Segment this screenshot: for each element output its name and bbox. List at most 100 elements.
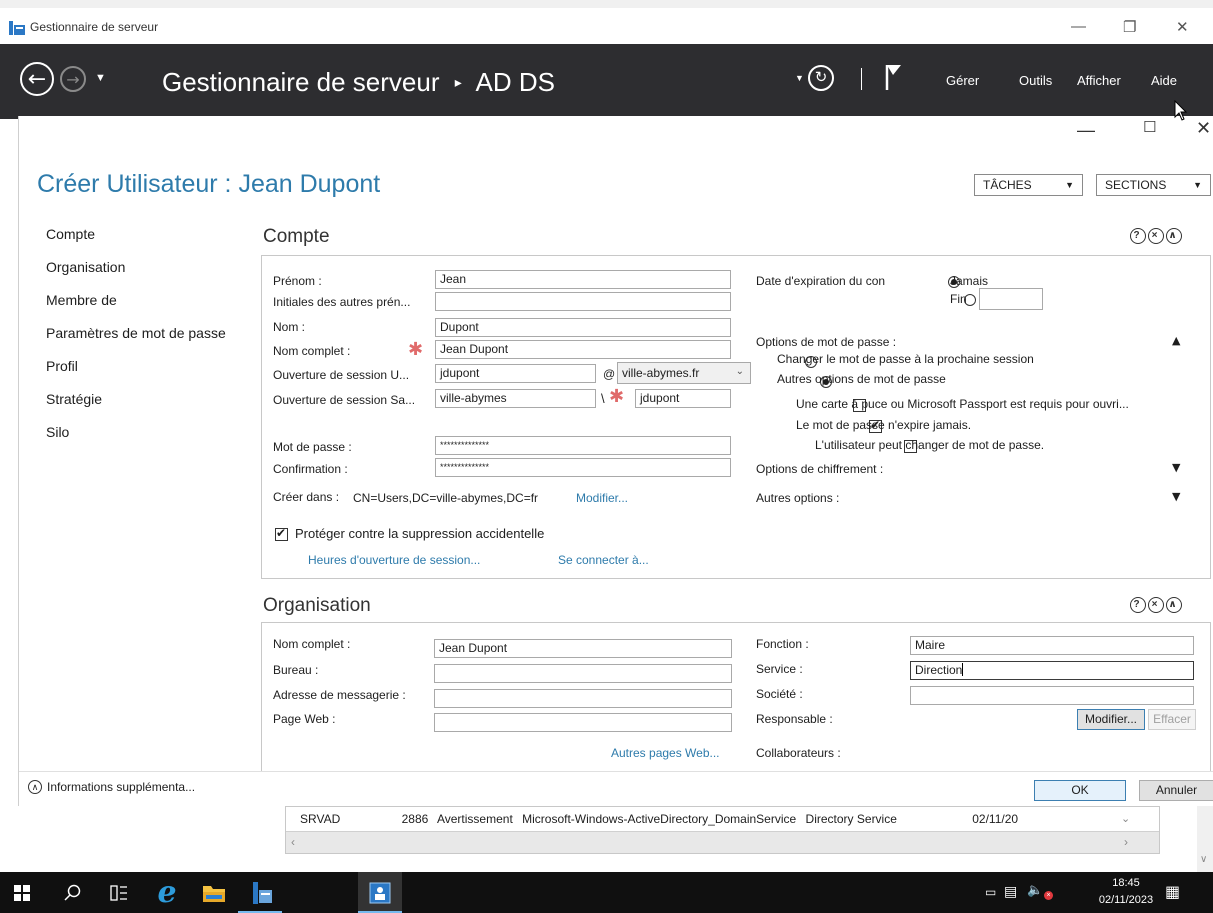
system-clock[interactable]: 18:45 02/11/2023 [1098, 875, 1154, 909]
department-field[interactable]: Direction [910, 661, 1194, 680]
folder-icon [203, 885, 225, 902]
nav-item-silo[interactable]: Silo [29, 422, 259, 455]
history-dropdown-icon[interactable]: ▼ [95, 72, 106, 84]
dialog-minimize-icon[interactable]: — [1077, 120, 1095, 141]
email-field[interactable] [434, 689, 732, 708]
first-name-field[interactable]: Jean [435, 270, 731, 289]
web-page-field[interactable] [434, 713, 732, 732]
minimize-icon[interactable]: — [1071, 18, 1086, 35]
nav-item-policy[interactable]: Stratégie [29, 389, 259, 422]
nav-item-password-settings[interactable]: Paramètres de mot de passe [29, 323, 259, 356]
scroll-left-icon[interactable]: ‹ [291, 835, 295, 849]
modify-manager-button[interactable]: Modifier... [1077, 709, 1145, 730]
other-web-pages-link[interactable]: Autres pages Web... [611, 746, 720, 760]
collapse-icon[interactable]: ∧ [1166, 228, 1182, 244]
change-next-logon-label: Changer le mot de passe à la prochaine s… [777, 352, 1034, 366]
tasks-dropdown[interactable]: TÂCHES ▼ [974, 174, 1083, 196]
encryption-options-label: Options de chiffrement : [756, 462, 884, 476]
ok-button[interactable]: OK [1034, 780, 1126, 801]
collapse-icon[interactable]: ∧ [1166, 597, 1182, 613]
sam-field[interactable]: jdupont [635, 389, 731, 408]
menu-tools[interactable]: Outils [1019, 73, 1052, 88]
network-icon[interactable]: ▤ [1004, 883, 1017, 900]
password-field[interactable]: ************** [435, 436, 731, 455]
expand-triangle-icon[interactable]: ▼ [1172, 461, 1180, 474]
expand-triangle-icon[interactable]: ▼ [1172, 490, 1180, 503]
password-label: Mot de passe : [273, 440, 352, 454]
cancel-button[interactable]: Annuler [1139, 780, 1213, 801]
scroll-right-icon[interactable]: › [1124, 835, 1128, 849]
confirm-field[interactable]: ************** [435, 458, 731, 477]
notification-center-icon[interactable]: ▦ [1165, 882, 1180, 902]
full-name-field[interactable]: Jean Dupont [435, 340, 731, 359]
sections-dropdown[interactable]: SECTIONS ▼ [1096, 174, 1211, 196]
back-button[interactable]: ← [20, 62, 54, 96]
initials-field[interactable] [435, 292, 731, 311]
organization-section-title: Organisation [263, 595, 371, 616]
row-scroll-down-icon[interactable]: ⌄ [1121, 812, 1130, 825]
nav-item-profile[interactable]: Profil [29, 356, 259, 389]
upn-domain-select[interactable]: ville-abymes.fr ⌄ [617, 362, 751, 384]
forward-button[interactable]: → [60, 66, 86, 92]
organization-panel: Nom complet : Jean Dupont Bureau : Adres… [261, 622, 1211, 771]
internet-explorer-button[interactable]: e [145, 872, 189, 913]
help-icon[interactable]: ? [1130, 597, 1146, 613]
menu-help[interactable]: Aide [1151, 73, 1177, 88]
windows-logo-icon [14, 884, 30, 901]
header-divider [861, 68, 862, 90]
required-asterisk-icon: ✱ [609, 386, 625, 406]
start-button[interactable] [0, 872, 44, 913]
restore-icon[interactable]: ❐ [1123, 18, 1136, 36]
remove-section-icon[interactable]: × [1148, 228, 1164, 244]
job-title-label: Fonction : [756, 637, 809, 651]
back-arrow-icon: ← [20, 62, 54, 96]
scroll-down-icon[interactable]: ∨ [1200, 854, 1207, 865]
refresh-icon[interactable]: ↻ [808, 65, 834, 91]
event-row[interactable]: SRVAD 2886 Avertissement Microsoft-Windo… [300, 812, 1018, 826]
create-user-dialog: — ☐ ✕ Créer Utilisateur : Jean Dupont TÂ… [18, 116, 1213, 806]
upn-field[interactable]: jdupont [435, 364, 596, 383]
file-explorer-button[interactable] [192, 872, 236, 913]
expiry-label: Date d'expiration du con [756, 274, 886, 288]
logon-hours-link[interactable]: Heures d'ouverture de session... [308, 553, 480, 567]
volume-muted-icon[interactable]: 🔈 [1027, 883, 1043, 898]
expand-more-info-icon[interactable]: ∧ [28, 780, 42, 794]
notifications-flag-icon[interactable] [885, 63, 903, 91]
office-label: Bureau : [273, 663, 319, 677]
search-button[interactable] [51, 872, 95, 913]
event-id: 2886 [401, 812, 429, 826]
more-info-label[interactable]: Informations supplémenta... [47, 780, 195, 794]
breadcrumb-root[interactable]: Gestionnaire de serveur [162, 67, 439, 97]
menu-manage[interactable]: Gérer [946, 73, 979, 88]
last-name-field[interactable]: Dupont [435, 318, 731, 337]
ad-admin-center-button[interactable] [358, 872, 402, 913]
protect-checkbox[interactable] [275, 526, 288, 542]
help-icon[interactable]: ? [1130, 228, 1146, 244]
company-field[interactable] [910, 686, 1194, 705]
manager-label: Responsable : [756, 712, 833, 726]
nav-item-account[interactable]: Compte [29, 224, 259, 257]
menu-view[interactable]: Afficher [1077, 73, 1121, 88]
nav-item-member-of[interactable]: Membre de [29, 290, 259, 323]
collapse-triangle-icon[interactable]: ▲ [1172, 334, 1180, 347]
refresh-dropdown-icon[interactable]: ▼ [795, 73, 804, 83]
modify-container-link[interactable]: Modifier... [576, 491, 628, 505]
dialog-close-icon[interactable]: ✕ [1196, 118, 1211, 139]
task-view-button[interactable] [97, 872, 141, 913]
close-icon[interactable]: ✕ [1176, 18, 1189, 36]
keyboard-icon[interactable]: ▭ [985, 885, 996, 899]
office-field[interactable] [434, 664, 732, 683]
required-asterisk-icon: ✱ [408, 339, 424, 359]
nav-item-organization[interactable]: Organisation [29, 257, 259, 290]
remove-section-icon[interactable]: × [1148, 597, 1164, 613]
search-icon [64, 884, 81, 901]
events-horizontal-scrollbar[interactable]: ‹ › [286, 831, 1159, 853]
dialog-maximize-icon[interactable]: ☐ [1143, 118, 1156, 136]
org-full-name-field[interactable]: Jean Dupont [434, 639, 732, 658]
job-title-field[interactable]: Maire [910, 636, 1194, 655]
expiry-date-field[interactable] [979, 288, 1043, 310]
logon-to-link[interactable]: Se connecter à... [558, 553, 649, 567]
clear-manager-button[interactable]: Effacer [1148, 709, 1196, 730]
other-options-label: Autres options : [756, 491, 840, 505]
breadcrumb-current[interactable]: AD DS [476, 67, 555, 97]
